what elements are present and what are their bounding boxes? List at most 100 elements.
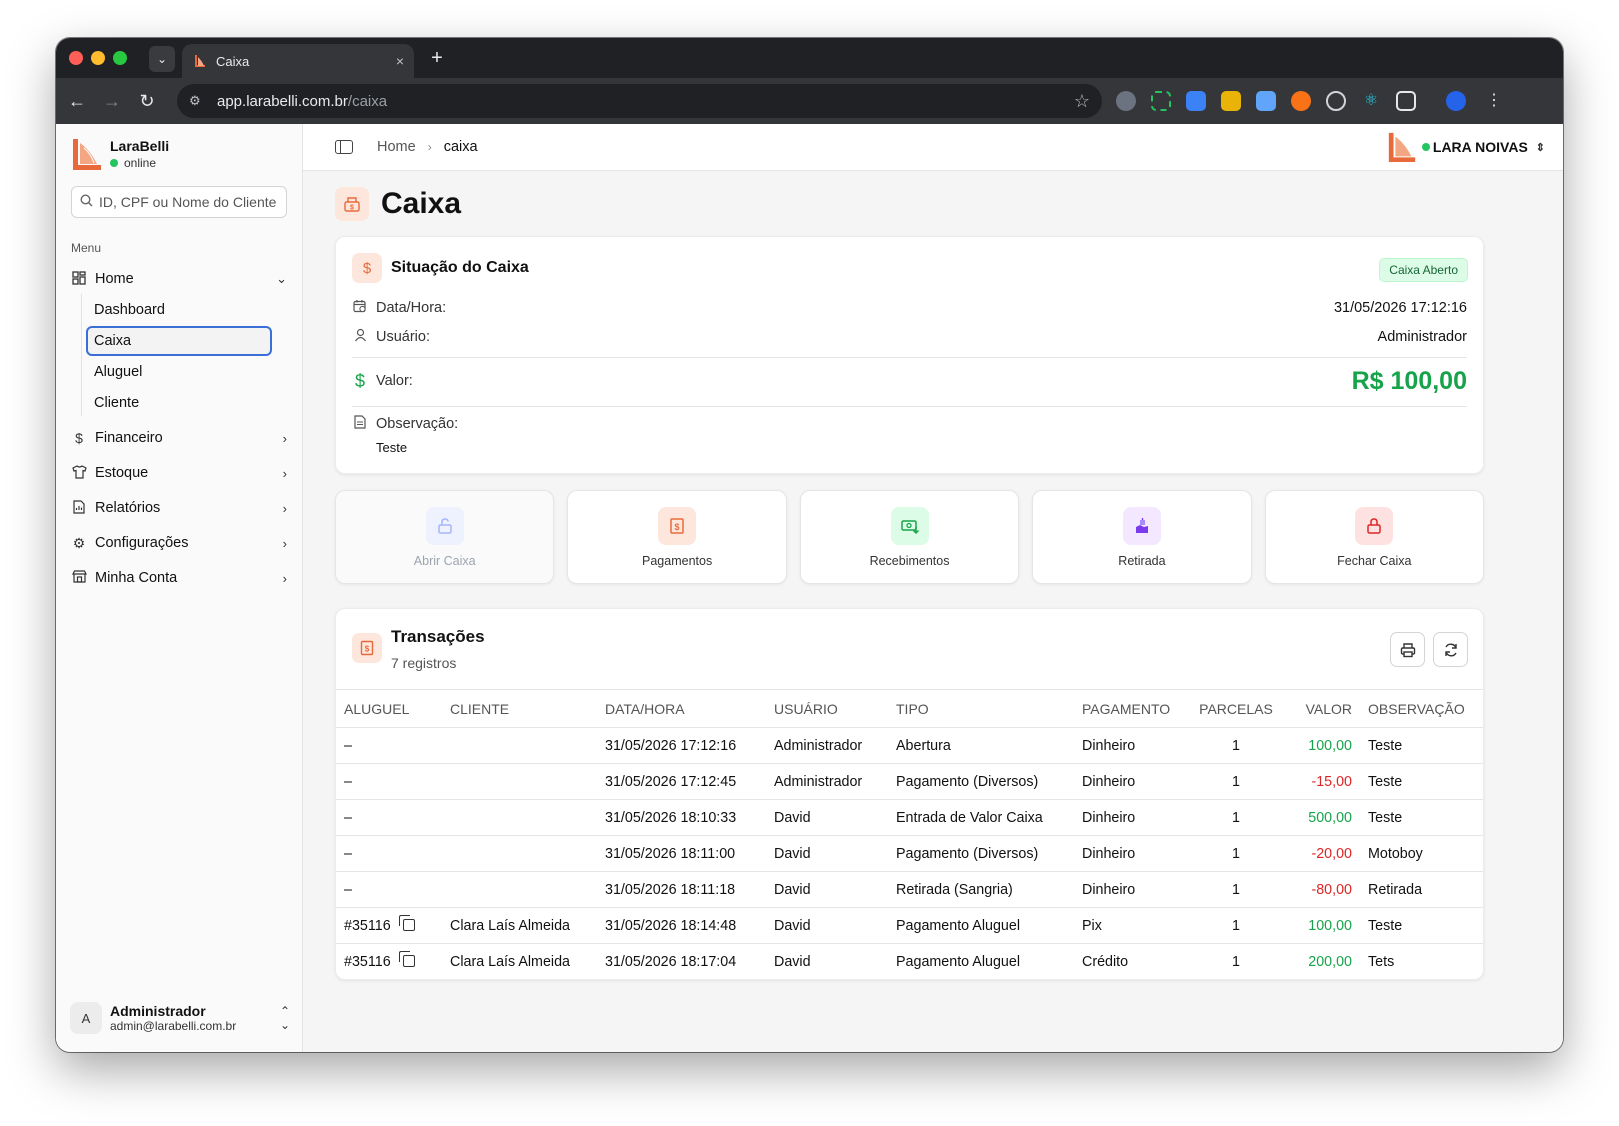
cell-cliente-text: Clara Laís Almeida: [450, 953, 570, 970]
profile-icon[interactable]: [1446, 91, 1466, 111]
abrir-caixa-button[interactable]: Abrir Caixa: [335, 490, 555, 584]
cell-aluguel-text: –: [344, 737, 352, 754]
cell-observacao: Tets: [1360, 943, 1483, 979]
address-bar[interactable]: ⚙ app.larabelli.com.br/caixa ☆: [177, 84, 1102, 118]
refresh-button[interactable]: [1433, 632, 1468, 667]
column-header[interactable]: PARCELAS: [1186, 689, 1286, 728]
chevron-up-down-icon: ⇕: [1535, 141, 1545, 154]
chevron-right-icon: ›: [282, 430, 287, 446]
react-devtools-icon[interactable]: ⚛: [1361, 91, 1381, 111]
reload-button[interactable]: ↻: [134, 88, 160, 114]
extension-icon[interactable]: [1326, 91, 1346, 111]
sidebar-item-financeiro[interactable]: $ Financeiro ›: [71, 423, 287, 453]
browser-toolbar: ← → ↻ ⚙ app.larabelli.com.br/caixa ☆ ⚛ ⋮: [56, 78, 1563, 124]
sidebar-subitem-cliente[interactable]: Cliente: [86, 388, 272, 418]
browser-menu-icon[interactable]: ⋮: [1484, 91, 1504, 111]
column-header[interactable]: ALUGUEL: [336, 689, 442, 728]
brand-name: LaraBelli: [110, 138, 170, 154]
print-button[interactable]: [1390, 632, 1425, 667]
table-row[interactable]: – 31/05/2026 18:10:33 David Entrada de Valo…: [336, 799, 1483, 836]
bookmark-star-icon[interactable]: ☆: [1074, 91, 1090, 112]
table-row[interactable]: #35116 Clara Laís Almeida 31/05/2026 18:17…: [336, 943, 1483, 979]
sidebar-item-minha-conta[interactable]: Minha Conta ›: [71, 563, 287, 593]
copy-icon[interactable]: [398, 914, 415, 931]
browser-tab[interactable]: Caixa ×: [182, 44, 414, 78]
sidebar-subitem-dashboard[interactable]: Dashboard: [86, 295, 272, 325]
brand[interactable]: LaraBelli online: [70, 136, 169, 172]
sidebar-subitem-aluguel[interactable]: Aluguel: [86, 357, 272, 387]
forward-button[interactable]: →: [99, 88, 125, 114]
sidebar-item-relatorios[interactable]: Relatórios ›: [71, 493, 287, 523]
cell-aluguel: –: [336, 871, 442, 908]
cell-datahora: 31/05/2026 18:11:18: [597, 871, 766, 908]
breadcrumb-current: caixa: [443, 139, 478, 155]
cell-parcelas: 1: [1186, 763, 1286, 800]
extensions-puzzle-icon[interactable]: [1396, 91, 1416, 111]
online-status: online: [110, 156, 169, 170]
extension-icon[interactable]: [1256, 91, 1276, 111]
column-header[interactable]: CLIENTE: [442, 689, 597, 728]
close-window-button[interactable]: [69, 51, 83, 65]
cell-pagamento: Dinheiro: [1074, 799, 1186, 836]
client-search-input[interactable]: [99, 194, 279, 210]
cell-usuario: David: [766, 871, 888, 908]
breadcrumb-home[interactable]: Home: [377, 139, 416, 155]
column-header[interactable]: DATA/HORA: [597, 689, 766, 728]
sidebar-item-home[interactable]: Home ⌄: [71, 264, 287, 294]
extension-icon[interactable]: [1151, 91, 1171, 111]
cell-pagamento: Dinheiro: [1074, 871, 1186, 908]
cell-parcelas: 1: [1186, 907, 1286, 944]
column-header[interactable]: TIPO: [888, 689, 1074, 728]
larabelli-favicon-icon: [195, 55, 205, 67]
pagamentos-button[interactable]: $ Pagamentos: [567, 490, 787, 584]
translate-extension-icon[interactable]: [1186, 91, 1206, 111]
cell-tipo: Pagamento Aluguel: [888, 907, 1074, 944]
column-header[interactable]: OBSERVAÇÃO: [1360, 689, 1483, 728]
column-header[interactable]: PAGAMENTO: [1074, 689, 1186, 728]
table-row[interactable]: #35116 Clara Laís Almeida 31/05/2026 18:14…: [336, 907, 1483, 944]
table-row[interactable]: – 31/05/2026 18:11:18 David Retirada (Sangr…: [336, 871, 1483, 908]
minimize-window-button[interactable]: [91, 51, 105, 65]
cell-cliente: [442, 871, 597, 908]
new-tab-button[interactable]: +: [424, 45, 450, 71]
back-button[interactable]: ←: [64, 88, 90, 114]
cell-pagamento: Dinheiro: [1074, 835, 1186, 872]
tab-bar: ⌄ Caixa × +: [56, 38, 1563, 78]
chevron-up-down-icon: ⌃ ⌄: [279, 1004, 290, 1032]
sidebar: LaraBelli online Menu Home ⌄ Dashboard: [56, 124, 303, 1052]
cell-valor: 100,00: [1286, 907, 1360, 944]
maximize-window-button[interactable]: [113, 51, 127, 65]
refresh-icon: [1444, 643, 1457, 656]
table-row[interactable]: – 31/05/2026 17:12:45 Administrador Pagamen…: [336, 763, 1483, 800]
fechar-caixa-button[interactable]: Fechar Caixa: [1264, 490, 1485, 584]
column-header[interactable]: USUÁRIO: [766, 689, 888, 728]
copy-icon[interactable]: [398, 950, 415, 967]
extension-icon[interactable]: [1221, 91, 1241, 111]
cell-datahora-text: 31/05/2026 17:12:45: [605, 773, 737, 790]
close-tab-icon[interactable]: ×: [396, 53, 404, 69]
table-row[interactable]: – 31/05/2026 18:11:00 David Pagamento (Dive…: [336, 835, 1483, 872]
sidebar-subitem-caixa[interactable]: Caixa: [86, 326, 272, 356]
sidebar-item-configuracoes[interactable]: ⚙ Configurações ›: [71, 528, 287, 558]
chevron-right-icon: ›: [282, 570, 287, 586]
cell-usuario: David: [766, 907, 888, 944]
cell-valor: -20,00: [1286, 835, 1360, 872]
retirada-button[interactable]: Retirada: [1032, 490, 1252, 584]
sidebar-toggle-icon[interactable]: [335, 140, 353, 154]
store-switcher[interactable]: LARA NOIVAS ⇕: [1386, 130, 1545, 164]
column-header[interactable]: VALOR: [1286, 689, 1360, 728]
cell-parcelas: 1: [1186, 871, 1286, 908]
extension-icon[interactable]: [1116, 91, 1136, 111]
site-info-icon[interactable]: ⚙: [189, 92, 207, 110]
valor-row: $ Valor: R$ 100,00: [352, 365, 1467, 397]
recebimentos-button[interactable]: Recebimentos: [799, 490, 1020, 584]
user-menu[interactable]: A Administrador admin@larabelli.com.br ⌃…: [70, 998, 290, 1038]
tab-search-button[interactable]: ⌄: [149, 46, 175, 72]
sidebar-item-label: Relatórios: [95, 500, 161, 516]
chevron-right-icon: ›: [282, 500, 287, 516]
reload-icon: ↻: [139, 90, 155, 111]
extension-icon[interactable]: [1291, 91, 1311, 111]
cell-datahora: 31/05/2026 18:14:48: [597, 907, 766, 944]
sidebar-item-estoque[interactable]: Estoque ›: [71, 458, 287, 488]
table-row[interactable]: – 31/05/2026 17:12:16 Administrador Abertur…: [336, 727, 1483, 764]
